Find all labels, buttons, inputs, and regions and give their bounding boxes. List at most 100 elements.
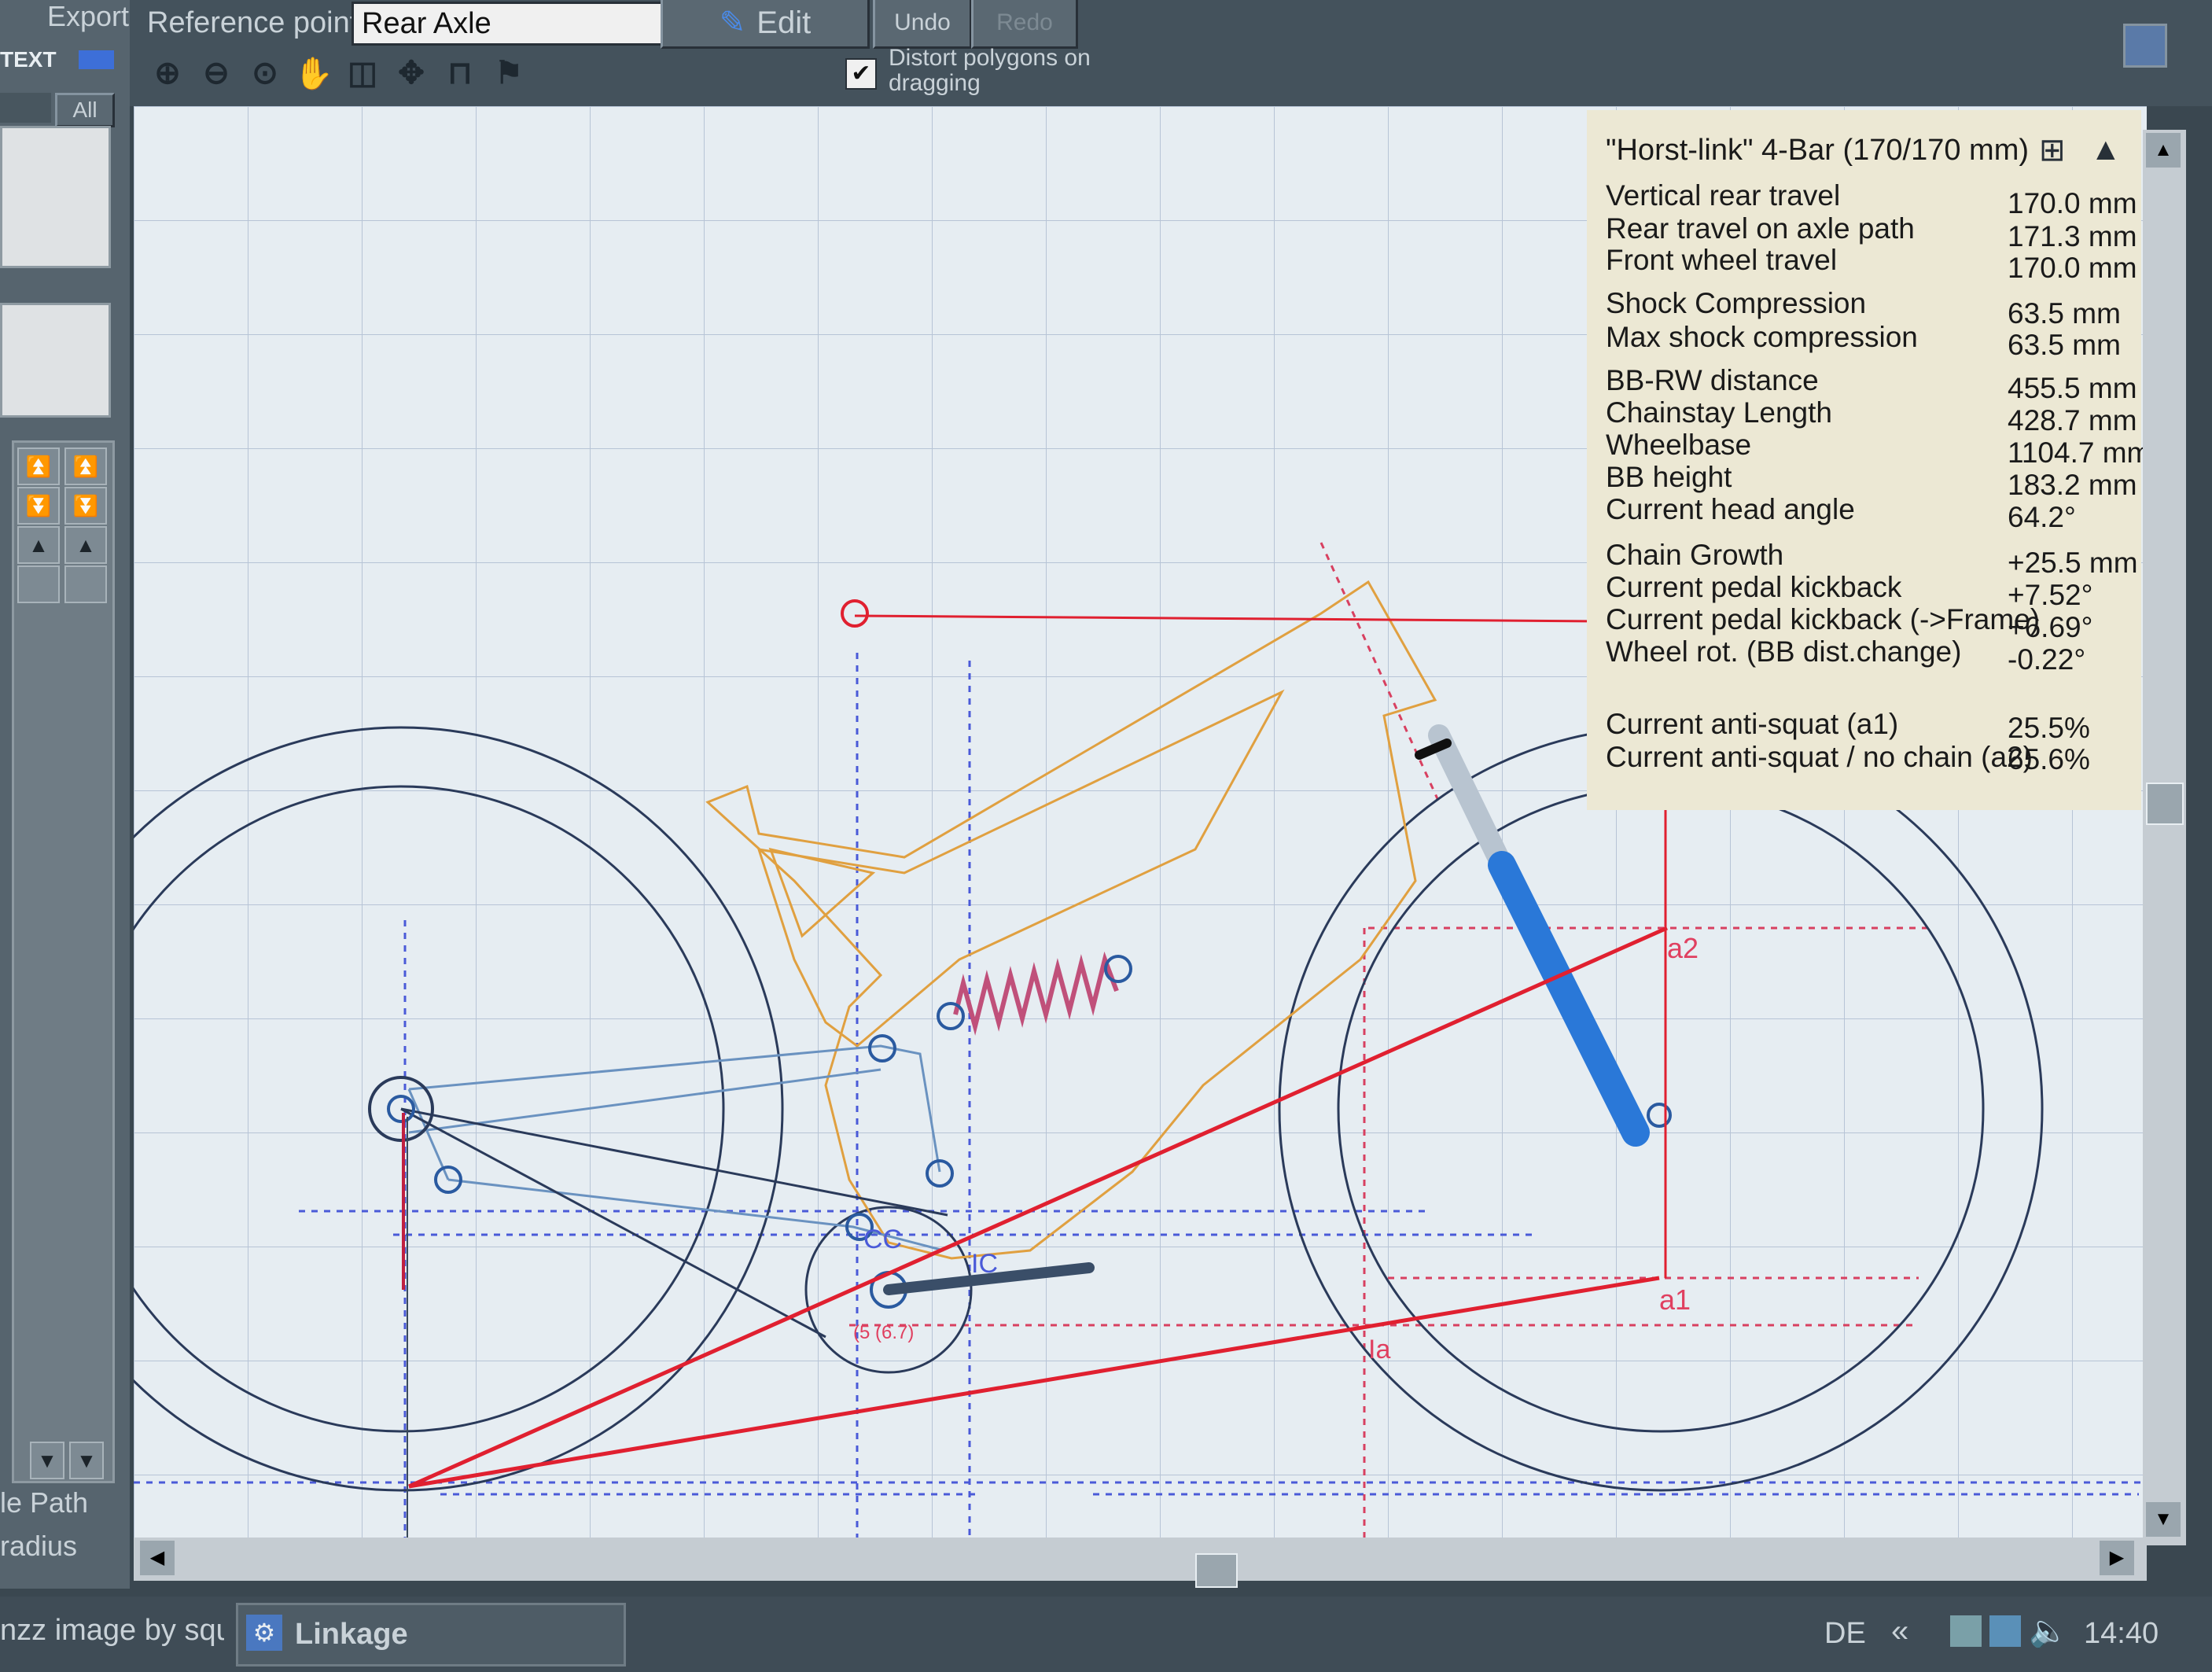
info-value: 428.7 mm [2008,404,2137,436]
move-down-icon[interactable]: ⏬ [17,487,60,525]
info-value: 63.5 mm [2008,297,2121,330]
language-indicator[interactable]: DE [1824,1617,1866,1651]
vertical-scrollbar[interactable]: ▲ ▼ [2143,130,2186,1545]
move-down-icon-2[interactable]: ⏬ [64,487,107,525]
taskbar-item-linkage[interactable]: ⚙ Linkage [236,1603,626,1666]
pan-hand-icon[interactable]: ✋ [294,55,333,91]
scroll-left-icon[interactable]: ◀ [140,1541,175,1575]
info-value: 171.3 mm [2008,220,2137,252]
zoom-out-icon[interactable]: ⊖ [198,55,234,91]
info-label: Chain Growth [1606,539,1784,571]
pin-icon[interactable]: ⊞ [2039,132,2074,168]
move-top-icon[interactable]: ⏫ [17,447,60,485]
info-label: Shock Compression [1606,287,1867,319]
flag-icon[interactable]: ⚑ [491,55,527,91]
label-a1: a1 [1659,1283,1691,1316]
horizontal-scroll-thumb[interactable] [1195,1553,1238,1588]
reference-point-value: Rear Axle [362,7,491,40]
taskbar: nzz image by squ... ⚙ Linkage DE « 🔈 14:… [0,1597,2212,1672]
label-ia: Ia [1368,1335,1390,1364]
info-value: +6.69° [2008,611,2093,643]
info-value: -0.22° [2008,643,2086,676]
tool-icon-row: ⊕ ⊖ ⊙ ✋ ◫ ✥ ⊓ ⚑ [149,55,527,91]
redo-label: Redo [996,9,1053,35]
scroll-up-icon[interactable]: ▲ [2146,133,2181,168]
scroll-down-icon-2[interactable]: ▼ [69,1442,104,1479]
info-value: 25.5% [2008,712,2090,744]
info-label: Current pedal kickback (->Frame) [1606,603,2041,635]
text-label: TEXT [0,47,57,72]
zoom-fit-icon[interactable]: ⊙ [247,55,283,91]
info-value: 183.2 mm [2008,469,2137,501]
info-value: 64.2° [2008,501,2076,533]
volume-icon[interactable]: 🔈 [2029,1612,2068,1649]
window-control-icon[interactable] [2123,24,2167,68]
tray-expand-icon[interactable]: « [1891,1614,1908,1649]
tab-all[interactable]: All [55,93,115,127]
move-top-icon-2[interactable]: ⏫ [64,447,107,485]
tray-network-icon[interactable] [1950,1615,1982,1647]
info-label: Wheel rot. (BB dist.change) [1606,635,1962,668]
taskbar-item-image[interactable]: nzz image by squ... [0,1614,224,1648]
blank-button-2[interactable] [64,565,107,603]
left-control-panel: ⏫ ⏫ ⏬ ⏬ ▲ ▲ ▼ ▼ [12,440,115,1483]
info-value: 170.0 mm [2008,187,2137,219]
split-view-icon[interactable]: ◫ [344,55,381,91]
info-label: Current head angle [1606,493,1855,525]
info-value: 170.0 mm [2008,252,2137,284]
left-panel: Export TEXT All ⏫ ⏫ ⏬ ⏬ ▲ ▲ ▼ ▼ le Path … [0,0,130,1589]
move-up-icon-2[interactable]: ▲ [64,526,107,564]
edit-button[interactable]: ✎ Edit [661,0,870,49]
left-list-top[interactable] [0,126,111,268]
info-value: +25.5 mm [2008,547,2138,579]
tray-display-icon[interactable] [1989,1615,2021,1647]
info-title: "Horst-link" 4-Bar (170/170 mm) [1606,134,2030,167]
tab-plot[interactable] [0,93,51,123]
collapse-up-icon[interactable]: ▲ [2090,132,2129,167]
label-bb-angle: (5 (6.7) [853,1322,914,1343]
vertical-scroll-thumb[interactable] [2146,783,2184,825]
label-a2: a2 [1667,932,1699,964]
clock: 14:40 [2084,1617,2159,1650]
info-value: 63.5 mm [2008,329,2121,361]
taskbar-linkage-label: Linkage [295,1618,408,1651]
axle-path-label[interactable]: le Path [0,1486,88,1519]
toolbar: Reference point Rear Axle ▼ ✎ Edit Undo … [130,0,2212,106]
left-list-bottom[interactable] [0,303,111,418]
label-cc: CC [863,1225,902,1254]
info-label: Current anti-squat (a1) [1606,708,1899,740]
undo-button[interactable]: Undo [873,0,972,49]
linkage-app-icon: ⚙ [246,1615,282,1651]
scroll-down-icon[interactable]: ▼ [30,1442,64,1479]
zoom-in-icon[interactable]: ⊕ [149,55,186,91]
blank-button[interactable] [17,565,60,603]
reference-point-label: Reference point [147,6,359,39]
scroll-down-icon[interactable]: ▼ [2146,1502,2181,1537]
info-label: Current pedal kickback [1606,571,1902,603]
distort-checkbox[interactable]: ✔ [845,58,877,90]
measure-icon[interactable]: ⊓ [442,55,478,91]
info-label: Vertical rear travel [1606,179,1841,212]
distort-checkbox-label: Distort polygons on dragging [889,45,1091,96]
edit-button-label: Edit [756,5,812,40]
redo-button[interactable]: Redo [971,0,1078,49]
info-label: BB-RW distance [1606,364,1819,396]
scroll-right-icon[interactable]: ▶ [2100,1541,2134,1575]
info-panel: "Horst-link" 4-Bar (170/170 mm) ⊞ ▲ Vert… [1587,110,2151,810]
undo-label: Undo [894,9,951,35]
text-color-swatch [79,50,114,69]
move-up-icon[interactable]: ▲ [17,526,60,564]
edit-icon: ✎ [719,6,746,40]
info-label: Current anti-squat / no chain (a2) [1606,741,2033,773]
info-label: Front wheel travel [1606,244,1838,276]
info-label: BB height [1606,461,1732,493]
horizontal-scrollbar[interactable]: ◀ ▶ [134,1538,2147,1588]
label-ic: IC [971,1249,998,1279]
move-icon[interactable]: ✥ [393,55,429,91]
info-label: Rear travel on axle path [1606,212,1915,245]
radius-label[interactable]: radius [0,1530,77,1563]
info-label: Chainstay Length [1606,396,1832,429]
info-value: 1104.7 mm [2008,436,2151,469]
info-value: 65.6% [2008,743,2090,775]
export-label[interactable]: Export [47,0,129,33]
